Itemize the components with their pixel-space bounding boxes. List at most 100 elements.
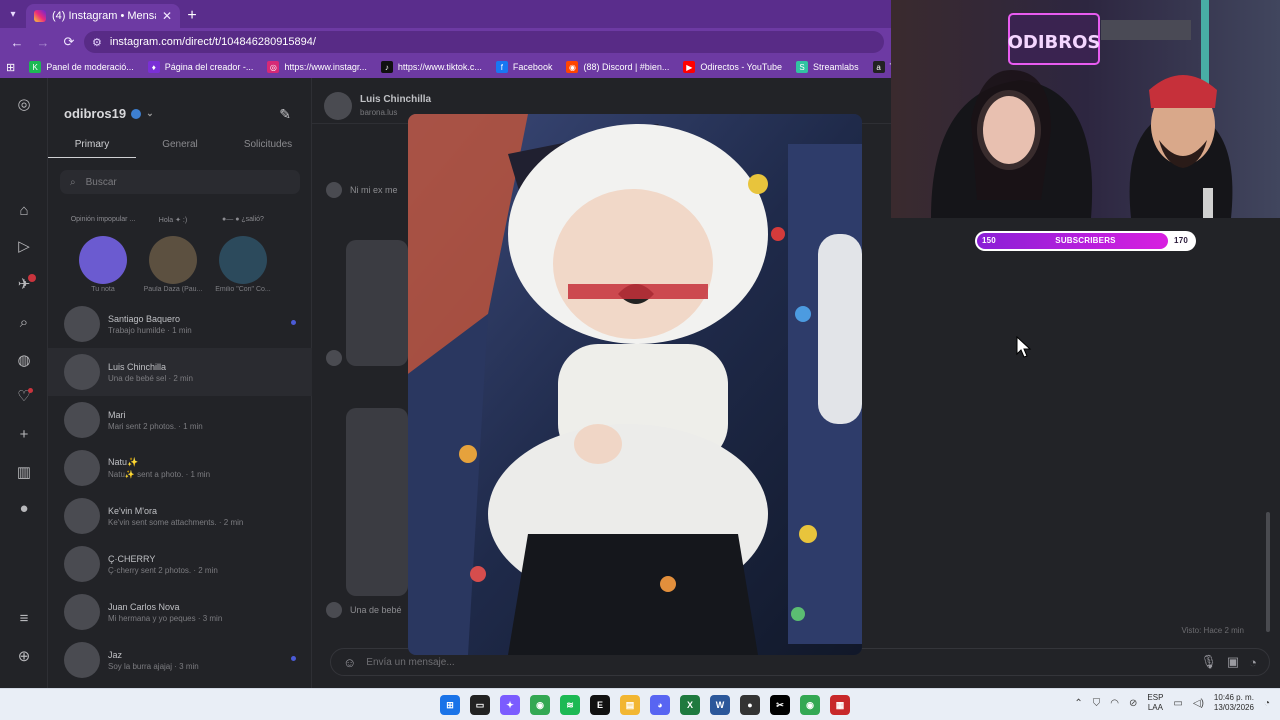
avatar [64, 450, 100, 486]
avatar [219, 236, 267, 284]
bookmark-item[interactable]: S Streamlabs [796, 61, 859, 73]
site-settings-icon[interactable]: ⚙ [92, 36, 102, 49]
bookmark-item[interactable]: ▶ Odirectos - YouTube [683, 61, 782, 73]
capcut-icon[interactable]: ✂ [770, 695, 790, 715]
bookmark-item[interactable]: f Facebook [495, 61, 553, 73]
tab-search-chevron-icon[interactable]: ▾ [0, 0, 26, 28]
file-explorer-icon[interactable]: ▤ [620, 695, 640, 715]
microphone-icon[interactable]: 🎙 [1200, 654, 1217, 670]
notifications-bell-icon[interactable]: ◔ [1264, 698, 1270, 709]
apps-grid-icon[interactable]: ⊞ [6, 61, 15, 74]
streamer-app-icon[interactable]: ▦ [830, 695, 850, 715]
note-author: Emilio "Cori" Co... [215, 286, 271, 293]
message-row: Ni mi ex me [326, 182, 398, 198]
compose-icon[interactable]: ✎ [279, 106, 291, 123]
chat-text: Santiago Baquero Trabajo humilde · 1 min [108, 314, 192, 335]
mic-muted-icon[interactable]: ⊘ [1129, 698, 1137, 709]
chat-list-item[interactable]: Natu✨ Natu✨ sent a photo. · 1 min [48, 444, 312, 492]
bookmark-item[interactable]: K Panel de moderació... [29, 61, 134, 73]
chat-list-item[interactable]: Ç·CHERRY Ç·cherry sent 2 photos. · 2 min [48, 540, 312, 588]
baby-photo-lightbox[interactable] [408, 114, 862, 655]
copilot-icon[interactable]: ✦ [500, 695, 520, 715]
chat-preview: Soy la burra ajajaj · 3 min [108, 661, 199, 671]
word-icon[interactable]: W [710, 695, 730, 715]
webcam-overlay: ODIBROS [891, 0, 1280, 218]
bookmark-favicon-icon: ◉ [566, 61, 579, 73]
bookmark-favicon-icon: a [872, 61, 885, 73]
image-icon[interactable]: ▣ [1227, 654, 1239, 670]
explore-compass-icon[interactable]: ◍ [14, 350, 34, 370]
tab-requests[interactable]: Solicitudes [224, 136, 312, 158]
emoji-icon[interactable]: ☺ [343, 655, 356, 670]
seen-status: Visto: Hace 2 min [1181, 626, 1244, 635]
chrome-icon[interactable]: ◉ [530, 695, 550, 715]
clock-time: 10:46 p. m. [1213, 693, 1254, 702]
meta-apps-icon[interactable]: ⊕ [14, 646, 34, 666]
chevron-up-icon[interactable]: ⌃ [1074, 698, 1082, 709]
reload-icon[interactable]: ⟳ [58, 31, 80, 53]
chrome-active-icon[interactable]: ◉ [800, 695, 820, 715]
new-tab-button[interactable]: + [180, 4, 204, 28]
search-input[interactable]: ⌕ Buscar [60, 170, 300, 194]
chat-list-item[interactable]: Jaz Soy la burra ajajaj · 3 min [48, 636, 312, 684]
avatar [64, 546, 100, 582]
chat-text: Ç·CHERRY Ç·cherry sent 2 photos. · 2 min [108, 554, 218, 575]
tab-title: (4) Instagram • Mensajes [52, 10, 156, 22]
windows-start-icon[interactable]: ⊞ [440, 695, 460, 715]
tray-app-icon[interactable]: ⛉ [1093, 698, 1101, 709]
address-bar[interactable]: ⚙ instagram.com/direct/t/104846280915894… [84, 31, 884, 53]
chat-list: Santiago Baquero Trabajo humilde · 1 min L… [48, 300, 312, 684]
photo-thumbnail[interactable] [346, 240, 408, 366]
create-plus-icon[interactable]: + [14, 424, 34, 444]
chat-list-item[interactable]: Santiago Baquero Trabajo humilde · 1 min [48, 300, 312, 348]
spotify-icon[interactable]: ≋ [560, 695, 580, 715]
epic-games-icon[interactable]: E [590, 695, 610, 715]
composer-placeholder: Envía un mensaje... [366, 656, 455, 668]
avatar [326, 182, 342, 198]
close-tab-icon[interactable]: ✕ [162, 9, 172, 23]
bookmark-item[interactable]: ◎ https://www.instagr... [267, 61, 367, 73]
search-icon[interactable]: ⌕ [14, 312, 34, 332]
obs-icon[interactable]: ● [740, 695, 760, 715]
back-arrow-icon[interactable]: ← [6, 31, 28, 53]
subscriber-label: SUBSCRIBERS [1055, 236, 1116, 245]
reels-icon[interactable]: ▷ [14, 236, 34, 256]
instagram-logo-icon[interactable]: ◎ [14, 94, 34, 114]
note-item[interactable]: ●— ● ¿salió? Emilio "Cori" Co... [208, 216, 278, 293]
clock-date: 13/03/2026 [1213, 703, 1254, 712]
bookmark-item[interactable]: ♪ https://www.tiktok.c... [380, 61, 482, 73]
clock[interactable]: 10:46 p. m. 13/03/2026 [1214, 693, 1254, 713]
chat-name: Jaz [108, 649, 123, 660]
chat-list-item[interactable]: Ke'vin M'ora Ke'vin sent some attachments… [48, 492, 312, 540]
language-region: LAA [1147, 703, 1163, 712]
wifi-icon[interactable]: ◠ [1110, 698, 1119, 709]
dashboard-icon[interactable]: ▥ [14, 462, 34, 482]
task-view-icon[interactable]: ▭ [470, 695, 490, 715]
chat-list-item[interactable]: Juan Carlos Nova Mi hermana y yo peques ·… [48, 588, 312, 636]
note-item[interactable]: Hola ✦ :) Paula Daza (Pau... [138, 216, 208, 293]
bookmark-item[interactable]: ◉ (88) Discord | #bien... [566, 61, 669, 73]
profile-avatar-icon[interactable]: ● [14, 498, 34, 518]
scrollbar[interactable] [1266, 512, 1270, 632]
excel-icon[interactable]: X [680, 695, 700, 715]
home-icon[interactable]: ⌂ [14, 200, 34, 220]
chat-list-item[interactable]: Luis Chinchilla Una de bebé sel · 2 min [48, 348, 312, 396]
chat-name: Natu✨ [108, 457, 139, 467]
browser-tab-instagram[interactable]: (4) Instagram • Mensajes ✕ [26, 4, 180, 28]
bookmark-item[interactable]: ♦ Página del creador -... [147, 61, 253, 73]
chat-list-item[interactable]: Mari Mari sent 2 photos. · 1 min [48, 396, 312, 444]
forward-arrow-icon[interactable]: → [32, 31, 54, 53]
bookmark-label: Facebook [512, 62, 553, 72]
menu-hamburger-icon[interactable]: ≡ [14, 608, 34, 628]
language-indicator[interactable]: ESP LAA [1147, 693, 1163, 713]
display-icon[interactable]: ▭ [1173, 698, 1182, 709]
photo-thumbnail[interactable] [346, 408, 408, 596]
discord-icon[interactable]: ◕ [650, 695, 670, 715]
volume-icon[interactable]: ◁) [1193, 698, 1204, 709]
tab-general[interactable]: General [136, 136, 224, 158]
account-switcher[interactable]: odibros19 ⌄ [64, 106, 154, 121]
note-item[interactable]: Opinión impopular ... Tu nota [68, 216, 138, 293]
sticker-icon[interactable]: ◔ [1249, 655, 1257, 670]
tab-primary[interactable]: Primary [48, 136, 136, 158]
bookmark-label: https://www.tiktok.c... [397, 62, 482, 72]
